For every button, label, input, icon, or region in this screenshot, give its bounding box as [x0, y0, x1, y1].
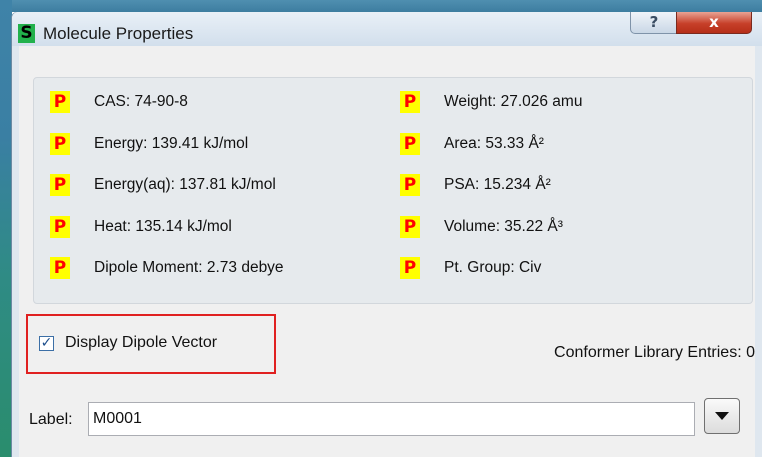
property-label: Heat: 135.14 kJ/mol — [94, 218, 232, 235]
conformer-library-entries: Conformer Library Entries: 0 — [554, 344, 755, 361]
property-heat: P Heat: 135.14 kJ/mol — [50, 216, 232, 238]
property-toggle-icon[interactable]: P — [50, 257, 70, 279]
help-icon: ? — [649, 13, 659, 31]
property-volume: P Volume: 35.22 Å³ — [400, 216, 563, 238]
property-label: Energy(aq): 137.81 kJ/mol — [94, 176, 276, 193]
window-title: Molecule Properties — [43, 24, 194, 43]
property-psa: P PSA: 15.234 Å² — [400, 174, 551, 196]
property-label: Dipole Moment: 2.73 debye — [94, 259, 284, 276]
property-toggle-icon[interactable]: P — [400, 257, 420, 279]
desktop-background-left — [0, 0, 12, 457]
property-cas: P CAS: 74-90-8 — [50, 91, 188, 113]
property-label: Energy: 139.41 kJ/mol — [94, 135, 249, 152]
label-dropdown-button[interactable] — [704, 398, 740, 434]
label-input[interactable]: M0001 — [88, 402, 695, 436]
property-toggle-icon[interactable]: P — [400, 216, 420, 238]
label-caption: Label: — [29, 411, 73, 428]
property-label: PSA: 15.234 Å² — [444, 176, 551, 193]
close-button[interactable]: x — [676, 12, 752, 34]
property-toggle-icon[interactable]: P — [50, 91, 70, 113]
close-icon: x — [709, 13, 719, 31]
property-label: CAS: 74-90-8 — [94, 93, 188, 110]
property-energy-aq: P Energy(aq): 137.81 kJ/mol — [50, 174, 276, 196]
molecule-properties-window: S Molecule Properties ? x P CAS: 74-90-8… — [12, 12, 762, 457]
checkmark-icon: ✓ — [40, 335, 53, 351]
property-label: Weight: 27.026 amu — [444, 93, 583, 110]
property-toggle-icon[interactable]: P — [400, 174, 420, 196]
app-icon: S — [18, 24, 35, 43]
property-area: P Area: 53.33 Å² — [400, 133, 544, 155]
help-button[interactable]: ? — [630, 12, 678, 34]
property-point-group: P Pt. Group: Civ — [400, 257, 541, 279]
property-energy: P Energy: 139.41 kJ/mol — [50, 133, 248, 155]
display-dipole-vector-checkbox[interactable]: ✓ — [39, 336, 54, 351]
property-toggle-icon[interactable]: P — [50, 216, 70, 238]
property-toggle-icon[interactable]: P — [400, 91, 420, 113]
desktop-background-top — [0, 0, 762, 12]
property-label: Pt. Group: Civ — [444, 259, 542, 276]
display-dipole-vector-label[interactable]: Display Dipole Vector — [65, 334, 217, 352]
property-weight: P Weight: 27.026 amu — [400, 91, 582, 113]
property-toggle-icon[interactable]: P — [50, 174, 70, 196]
property-label: Volume: 35.22 Å³ — [444, 218, 563, 235]
property-toggle-icon[interactable]: P — [400, 133, 420, 155]
property-label: Area: 53.33 Å² — [444, 135, 544, 152]
property-toggle-icon[interactable]: P — [50, 133, 70, 155]
dipole-vector-highlight: ✓ Display Dipole Vector — [26, 314, 276, 374]
dialog-body: P CAS: 74-90-8 P Energy: 139.41 kJ/mol P… — [19, 46, 755, 457]
property-dipole-moment: P Dipole Moment: 2.73 debye — [50, 257, 284, 279]
title-bar[interactable]: S Molecule Properties ? x — [12, 12, 762, 46]
properties-panel: P CAS: 74-90-8 P Energy: 139.41 kJ/mol P… — [33, 77, 753, 304]
triangle-down-icon — [715, 412, 729, 420]
